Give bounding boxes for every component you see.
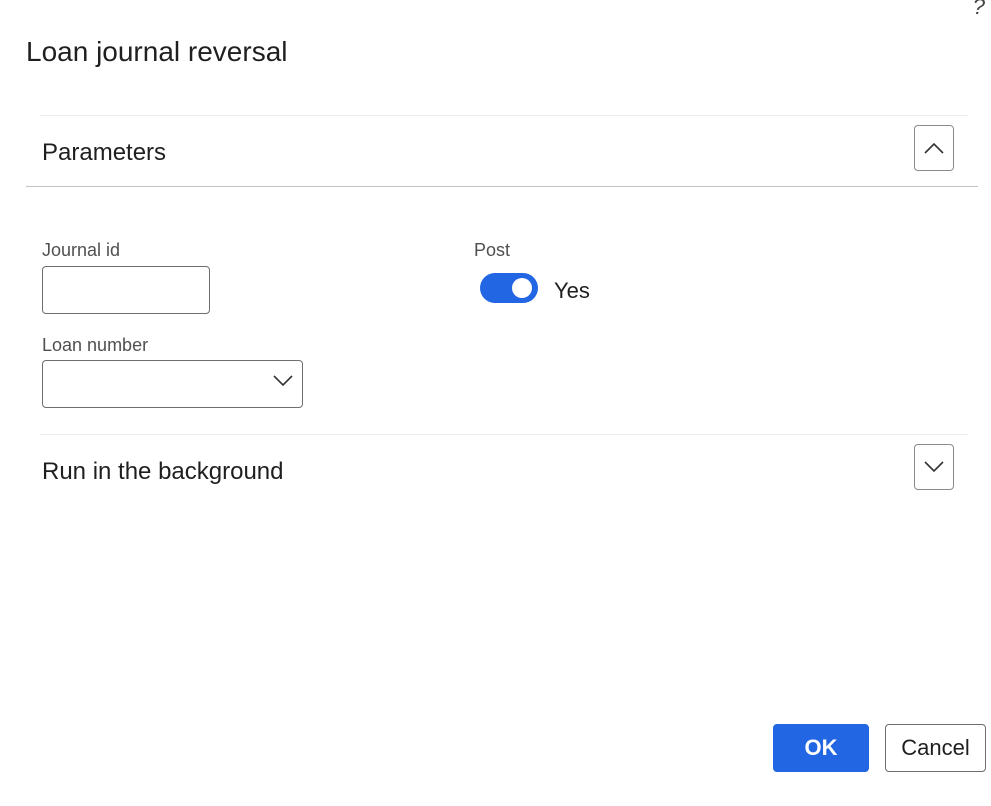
run-in-background-section-header[interactable]: Run in the background	[42, 458, 284, 486]
chevron-down-icon	[273, 375, 293, 387]
parameters-header-divider	[26, 186, 978, 187]
journal-id-input[interactable]	[42, 266, 210, 314]
chevron-down-icon	[924, 461, 944, 473]
section-divider	[40, 115, 968, 116]
post-label: Post	[474, 240, 511, 260]
journal-id-label: Journal id	[42, 240, 121, 260]
chevron-up-icon	[924, 142, 944, 154]
post-toggle-state: Yes	[554, 278, 590, 303]
run-in-background-expand-button[interactable]	[914, 444, 954, 490]
cancel-button[interactable]: Cancel	[885, 724, 986, 772]
parameters-collapse-button[interactable]	[914, 125, 954, 171]
post-toggle[interactable]	[480, 273, 538, 303]
loan-journal-reversal-dialog: ? Loan journal reversal Parameters Journ…	[0, 0, 991, 806]
loan-number-label: Loan number	[42, 335, 149, 355]
help-icon[interactable]: ?	[973, 0, 985, 18]
toggle-knob	[512, 278, 532, 298]
loan-number-select[interactable]	[42, 360, 303, 408]
parameters-section-header[interactable]: Parameters	[42, 139, 166, 167]
section-divider	[40, 434, 968, 435]
dialog-title: Loan journal reversal	[26, 36, 288, 67]
ok-button[interactable]: OK	[773, 724, 869, 772]
